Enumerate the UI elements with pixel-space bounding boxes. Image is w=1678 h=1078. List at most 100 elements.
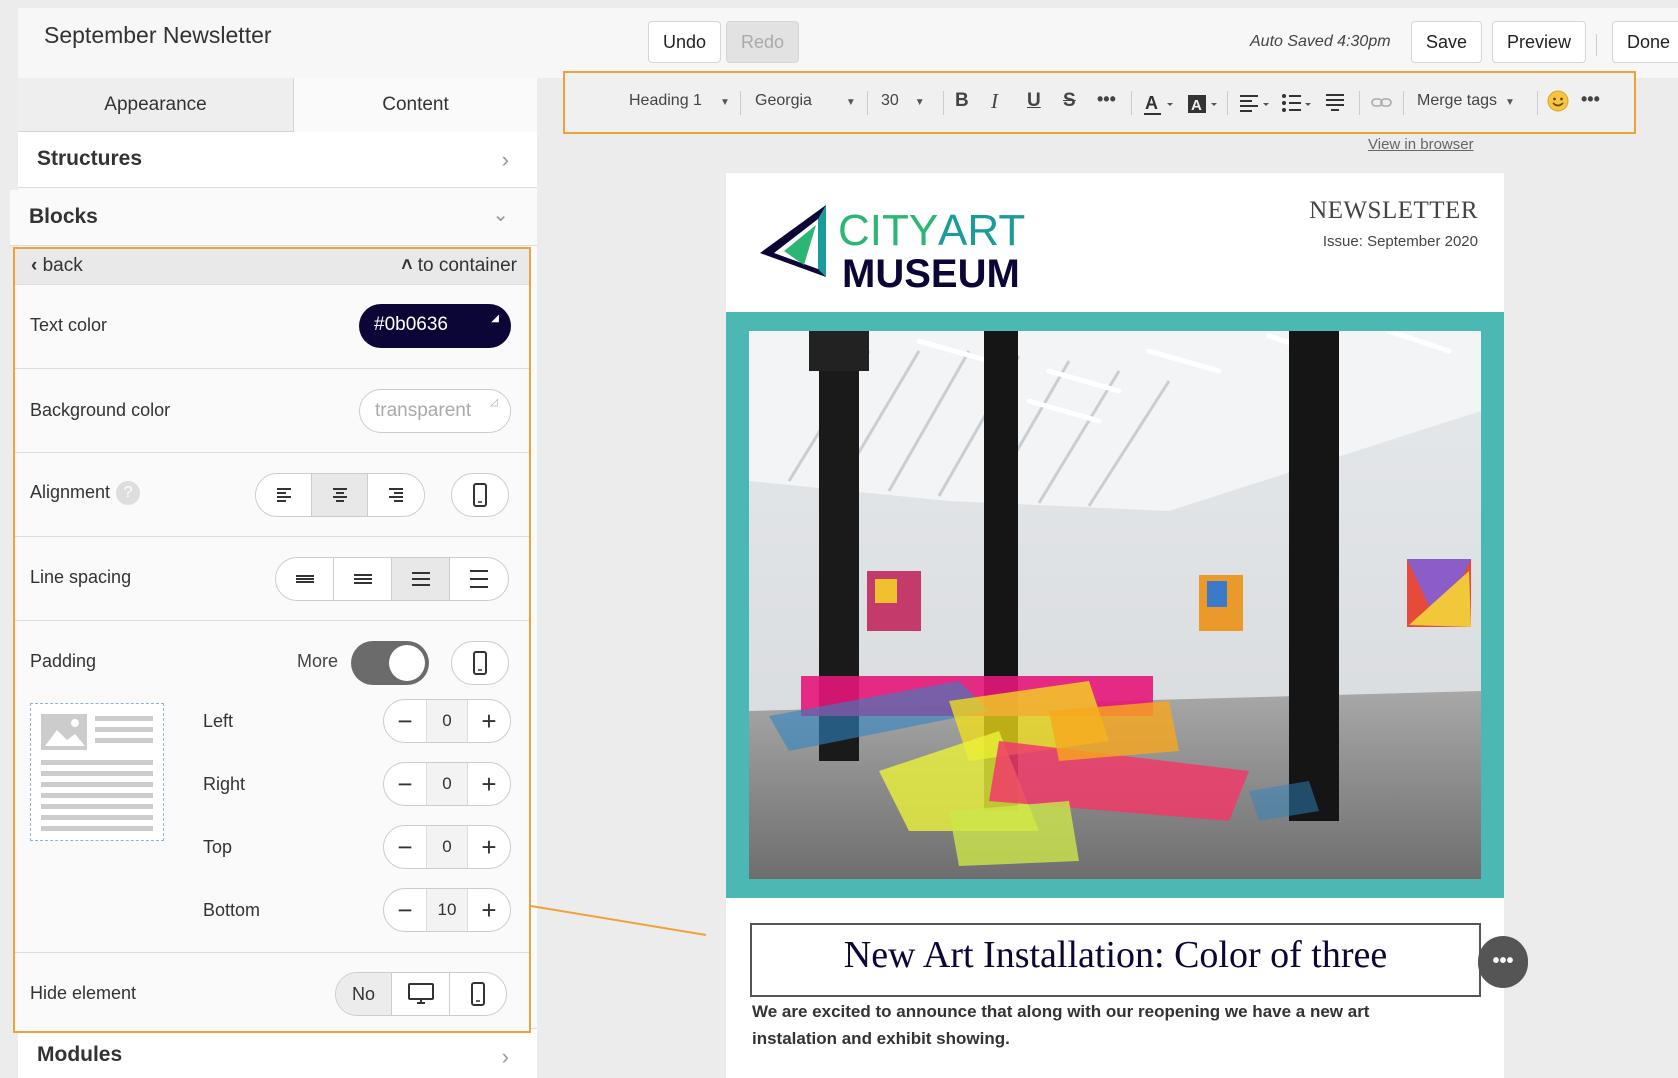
background-color-picker[interactable]: transparent ◿ [359, 389, 511, 433]
hide-no-button[interactable]: No [336, 973, 392, 1015]
font-size-dropdown[interactable]: 30 ▼ [881, 92, 925, 110]
done-button[interactable]: Done [1612, 21, 1678, 63]
align-left-icon [1240, 95, 1269, 112]
font-family-value: Georgia [755, 92, 812, 109]
more-formatting-icon[interactable]: ••• [1097, 89, 1116, 110]
list-button[interactable] [1281, 92, 1313, 119]
more-padding-toggle[interactable] [351, 641, 429, 685]
resize-corner-icon: ◢ [491, 313, 499, 324]
caret-down-icon: ▼ [914, 97, 925, 108]
padding-right-value[interactable]: 0 [426, 763, 468, 805]
help-icon[interactable]: ? [116, 481, 141, 505]
minus-icon[interactable]: − [384, 763, 426, 805]
padding-preview-thumbnail [30, 703, 164, 841]
line-spacing-wide-icon [470, 570, 488, 588]
toolbar-divider [1537, 91, 1538, 115]
clear-format-button[interactable] [1325, 92, 1347, 119]
plus-icon[interactable]: + [468, 889, 510, 931]
line-spacing-4-button[interactable] [450, 558, 508, 600]
toolbar-divider [1359, 91, 1360, 115]
to-container-link[interactable]: ˄ to container [401, 255, 517, 277]
more-label: More [297, 651, 339, 671]
text-color-label: Text color [30, 315, 108, 335]
properties-header: ‹ back ˄ to container [15, 249, 529, 285]
divider [1596, 34, 1597, 56]
paragraph-style-value: Heading 1 [629, 92, 702, 109]
line-spacing-3-button[interactable] [392, 558, 450, 600]
plus-icon[interactable]: + [468, 826, 510, 868]
alignment-row: Alignment? [15, 453, 529, 537]
hide-element-row: Hide element No [15, 953, 529, 1031]
font-family-dropdown[interactable]: Georgia ▼ [755, 92, 856, 110]
blocks-section[interactable]: Blocks ⌄ [10, 190, 537, 246]
logo-art-text: ART [938, 206, 1025, 255]
hide-desktop-button[interactable] [392, 973, 450, 1015]
minus-icon[interactable]: − [384, 700, 426, 742]
block-options-button[interactable]: ••• [1478, 936, 1528, 988]
paragraph-style-dropdown[interactable]: Heading 1 ▼ [629, 92, 730, 110]
strikethrough-button[interactable]: S [1063, 90, 1076, 112]
preview-button[interactable]: Preview [1492, 21, 1587, 63]
gallery-installation-image[interactable] [749, 331, 1481, 879]
padding-bottom-label: Bottom [203, 900, 261, 920]
desktop-icon [407, 983, 434, 1004]
hide-mobile-button[interactable] [450, 973, 506, 1015]
font-size-value: 30 [881, 92, 899, 109]
caret-down-icon: ▼ [719, 97, 730, 108]
padding-bottom-value[interactable]: 10 [426, 889, 468, 931]
font-color-icon: A [1144, 93, 1173, 115]
line-spacing-1-button[interactable] [276, 558, 334, 600]
back-link[interactable]: ‹ back [31, 255, 83, 277]
text-color-picker[interactable]: #0b0636 ◢ [359, 304, 511, 348]
more-options-icon[interactable]: ••• [1581, 89, 1600, 110]
alignment-label-wrap: Alignment? [30, 481, 141, 505]
save-button[interactable]: Save [1411, 21, 1483, 63]
background-color-value: transparent [375, 400, 472, 421]
bold-button[interactable]: B [955, 90, 969, 112]
italic-button[interactable]: I [991, 89, 998, 114]
mobile-icon [473, 651, 487, 675]
line-spacing-2-button[interactable] [334, 558, 392, 600]
tab-appearance[interactable]: Appearance [18, 78, 294, 132]
emoji-icon [1547, 90, 1569, 112]
selected-heading-block[interactable]: New Art Installation: Color of three [750, 923, 1481, 997]
body-paragraph[interactable]: We are excited to announce that along wi… [752, 998, 1452, 1052]
underline-button[interactable]: U [1027, 90, 1041, 112]
mobile-alignment-button[interactable] [451, 473, 509, 517]
toolbar-divider [1403, 91, 1404, 115]
tab-content[interactable]: Content [294, 78, 537, 132]
minus-icon[interactable]: − [384, 826, 426, 868]
view-in-browser-link[interactable]: View in browser [1368, 136, 1474, 153]
block-properties-panel: ‹ back ˄ to container Text color #0b0636… [13, 247, 531, 1033]
link-icon [1371, 98, 1392, 107]
redo-button[interactable]: Redo [726, 21, 800, 63]
merge-tags-dropdown[interactable]: Merge tags ▼ [1417, 92, 1515, 110]
mobile-padding-button[interactable] [451, 641, 509, 685]
emoji-button[interactable] [1547, 90, 1569, 117]
logo-city-text: CITY [838, 206, 938, 255]
alignment-label: Alignment [30, 481, 111, 502]
padding-top-stepper: − 0 + [383, 825, 511, 869]
structures-section[interactable]: Structures › [18, 132, 537, 188]
text-color-button[interactable]: A [1143, 92, 1175, 121]
minus-icon[interactable]: − [384, 889, 426, 931]
plus-icon[interactable]: + [468, 700, 510, 742]
padding-left-value[interactable]: 0 [426, 700, 468, 742]
modules-section[interactable]: Modules › [18, 1028, 537, 1078]
undo-button[interactable]: Undo [648, 21, 722, 63]
align-left-button[interactable] [256, 474, 312, 516]
link-button[interactable] [1371, 92, 1393, 119]
align-center-button[interactable] [312, 474, 368, 516]
background-color-button[interactable]: A [1187, 92, 1219, 121]
autosave-status: Auto Saved 4:30pm [1250, 33, 1391, 50]
issue-date: Issue: September 2020 [1322, 233, 1478, 250]
plus-icon[interactable]: + [468, 763, 510, 805]
bulleted-list-icon [1282, 94, 1311, 112]
text-align-button[interactable] [1239, 92, 1271, 119]
background-color-row: Background color transparent ◿ [15, 369, 529, 453]
padding-top-value[interactable]: 0 [426, 826, 468, 868]
line-spacing-label: Line spacing [30, 567, 132, 587]
headline-text[interactable]: New Art Installation: Color of three [752, 933, 1479, 977]
align-right-button[interactable] [368, 474, 424, 516]
hero-image-frame[interactable] [726, 312, 1504, 898]
